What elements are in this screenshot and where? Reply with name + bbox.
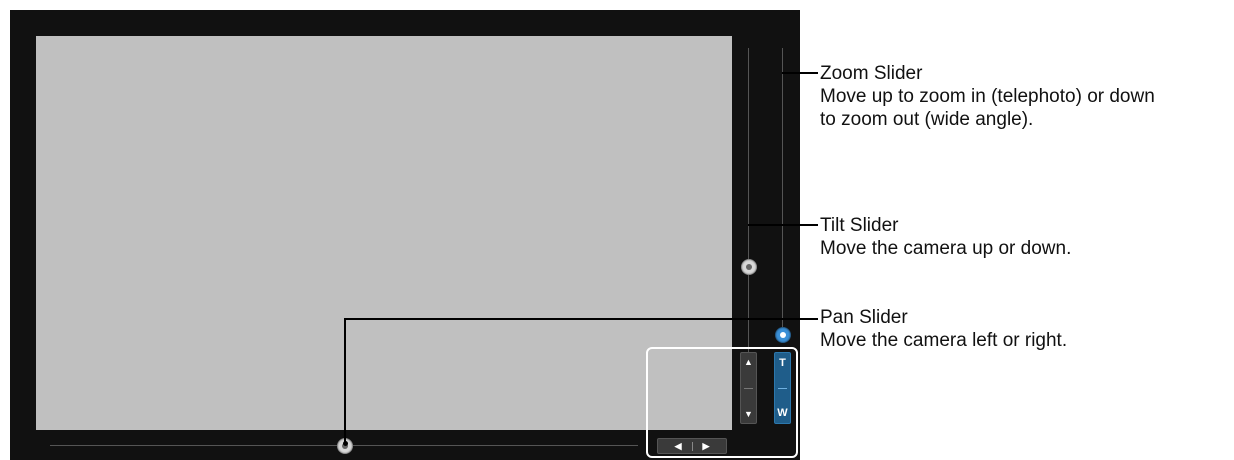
pan-slider-callout: Pan Slider Move the camera left or right… (820, 306, 1067, 352)
tilt-slider-handle[interactable] (741, 259, 757, 275)
callout-description: to zoom out (wide angle). (820, 109, 1034, 130)
pan-leader-drop (344, 318, 346, 442)
tilt-leader-line (748, 224, 818, 226)
callout-title: Tilt Slider (820, 215, 899, 236)
zoom-slider-callout: Zoom Slider Move up to zoom in (telephot… (820, 62, 1155, 131)
callout-title: Pan Slider (820, 307, 908, 328)
video-display (36, 36, 732, 430)
callout-title: Zoom Slider (820, 63, 923, 84)
zoom-slider-handle[interactable] (775, 327, 791, 343)
callout-description: Move up to zoom in (telephoto) or down (820, 86, 1155, 107)
callout-description: Move the camera up or down. (820, 238, 1072, 259)
zoom-leader-line (782, 72, 818, 74)
zoom-slider-track[interactable] (782, 48, 783, 328)
pan-leader-line (345, 318, 818, 320)
controls-highlight-box (646, 347, 798, 458)
callout-description: Move the camera left or right. (820, 330, 1068, 351)
tilt-slider-callout: Tilt Slider Move the camera up or down. (820, 214, 1071, 260)
pan-leader-dot (343, 441, 348, 446)
